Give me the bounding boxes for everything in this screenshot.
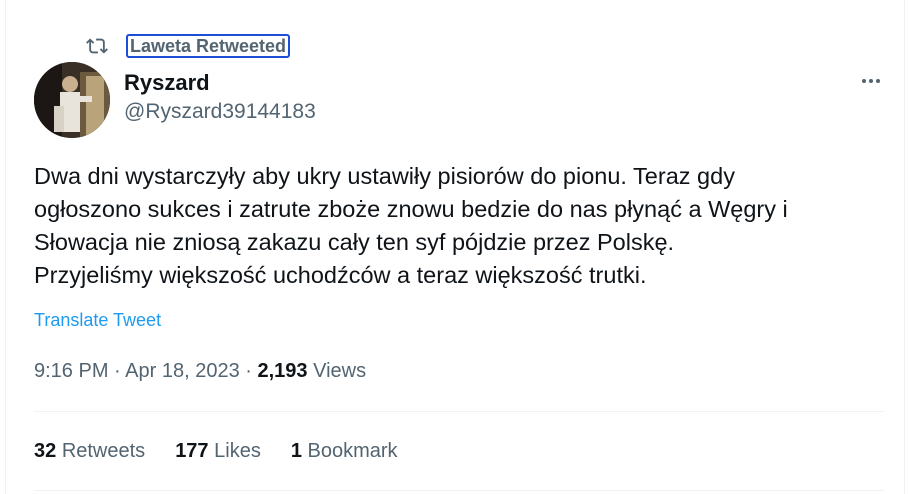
bookmarks-count: 1	[290, 440, 302, 462]
retweets-stat[interactable]: 32 Retweets	[34, 440, 145, 463]
bookmarks-stat[interactable]: 1 Bookmark	[291, 440, 398, 463]
likes-label: Likes	[214, 440, 261, 462]
likes-stat[interactable]: 177 Likes	[175, 440, 261, 463]
retweet-context: Laweta Retweeted	[86, 34, 291, 58]
retweeted-by-link[interactable]: Laweta Retweeted	[126, 34, 291, 58]
meta-separator: ·	[114, 360, 121, 382]
tweet-date[interactable]: Apr 18, 2023	[125, 360, 240, 382]
avatar[interactable]	[34, 62, 110, 138]
meta-separator: ·	[245, 360, 252, 382]
avatar-image	[34, 62, 110, 138]
tweet-text-line: Przyjeliśmy większość uchodźców a teraz …	[34, 262, 647, 288]
author-handle[interactable]: @Ryszard39144183	[124, 100, 316, 124]
tweet-text: Dwa dni wystarczyły aby ukry ustawiły pi…	[34, 160, 874, 292]
tweet-card: Laweta Retweeted Ryszard @Ryszard3914418…	[5, 0, 905, 494]
author-name[interactable]: Ryszard	[124, 70, 210, 96]
divider	[34, 490, 884, 491]
tweet-meta: 9:16 PM · Apr 18, 2023 · 2,193 Views	[34, 360, 366, 383]
divider	[34, 411, 884, 412]
retweets-count: 32	[34, 440, 57, 462]
translate-tweet-link[interactable]: Translate Tweet	[34, 310, 161, 331]
views-label: Views	[313, 360, 367, 382]
tweet-text-line: Słowacja nie zniosą zakazu cały ten syf …	[34, 229, 675, 255]
retweet-icon	[86, 38, 108, 54]
views-count: 2,193	[257, 360, 308, 382]
tweet-text-line: Dwa dni wystarczyły aby ukry ustawiły pi…	[34, 163, 735, 189]
bookmarks-label: Bookmark	[307, 440, 398, 462]
likes-count: 177	[175, 440, 209, 462]
engagement-stats: 32 Retweets 177 Likes 1 Bookmark	[34, 440, 398, 463]
more-icon[interactable]	[856, 66, 886, 96]
tweet-time[interactable]: 9:16 PM	[34, 360, 108, 382]
tweet-text-line: ogłoszono sukces i zatrute zboże znowu b…	[34, 196, 788, 222]
retweets-label: Retweets	[61, 440, 146, 462]
